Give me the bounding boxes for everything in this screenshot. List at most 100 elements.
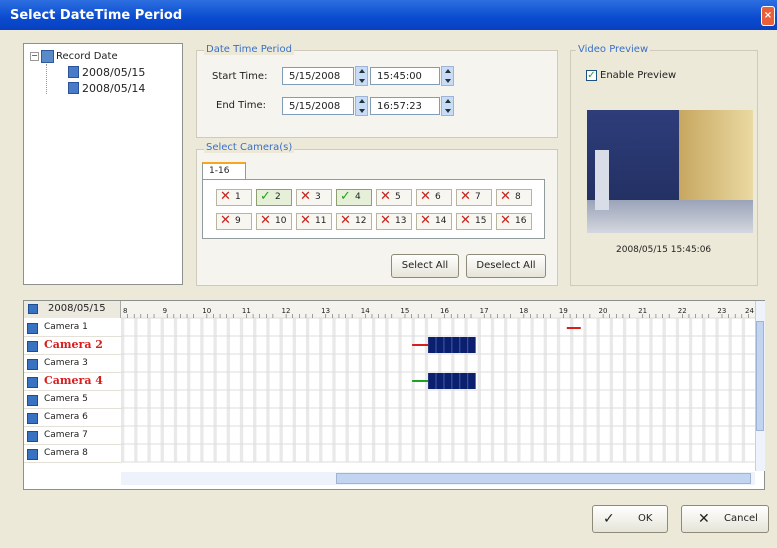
video-preview-image	[587, 110, 753, 233]
tab-1-16[interactable]: 1-16	[202, 162, 246, 180]
camera-checkbox-14[interactable]: ✕ 14	[416, 213, 452, 230]
close-button[interactable]: ×	[761, 6, 775, 26]
camera-number: 9	[235, 216, 241, 226]
timeline-date-header: 2008/05/15	[24, 301, 121, 318]
camera-group-title: Select Camera(s)	[204, 142, 295, 153]
timeline-row-label[interactable]: Camera 8	[24, 445, 121, 463]
camera-checkbox-9[interactable]: ✕ 9	[216, 213, 252, 230]
timeline-date: 2008/05/15	[48, 303, 106, 314]
timeline-row-label[interactable]: Camera 3	[24, 355, 121, 373]
cross-icon: ✕	[420, 213, 431, 228]
hour-tick-label: 23	[717, 307, 726, 315]
start-time-spinner[interactable]	[441, 66, 454, 86]
camera-checkbox-10[interactable]: ✕ 10	[256, 213, 292, 230]
camera-checkbox-11[interactable]: ✕ 11	[296, 213, 332, 230]
ok-label: OK	[638, 513, 653, 524]
database-icon	[41, 50, 54, 63]
record-date-tree: − Record Date 2008/05/15 2008/05/14	[23, 43, 183, 285]
hour-tick-label: 16	[440, 307, 449, 315]
timeline-row-label[interactable]: Camera 1	[24, 319, 121, 337]
vertical-scrollbar[interactable]	[755, 301, 765, 471]
end-date-spinner[interactable]	[355, 96, 368, 116]
end-time-spinner[interactable]	[441, 96, 454, 116]
hour-tick-label: 8	[123, 307, 127, 315]
camera-checkbox-13[interactable]: ✕ 13	[376, 213, 412, 230]
title-bar: Select DateTime Period ×	[0, 0, 777, 30]
calendar-icon	[68, 66, 79, 78]
cross-icon: ✕	[220, 213, 231, 228]
select-all-button[interactable]: Select All	[391, 254, 459, 278]
start-date-input[interactable]: 5/15/2008	[282, 67, 354, 85]
hour-tick-label: 22	[678, 307, 687, 315]
start-time-input[interactable]: 15:45:00	[370, 67, 440, 85]
tree-item-date[interactable]: 2008/05/14	[82, 82, 145, 95]
camera-checkbox-7[interactable]: ✕ 7	[456, 189, 492, 206]
camera-number: 12	[355, 216, 367, 226]
preview-door	[595, 150, 609, 210]
camera-checkbox-5[interactable]: ✕ 5	[376, 189, 412, 206]
deselect-all-button[interactable]: Deselect All	[466, 254, 546, 278]
camera-name: Camera 3	[44, 358, 88, 368]
ok-button[interactable]: ✓ OK	[592, 505, 668, 533]
datetime-group-title: Date Time Period	[204, 44, 294, 55]
close-icon: ✕	[698, 511, 710, 527]
horizontal-scrollbar[interactable]	[121, 472, 755, 485]
end-time-input[interactable]: 16:57:23	[370, 97, 440, 115]
camera-name: Camera 8	[44, 448, 88, 458]
camera-name: Camera 6	[44, 412, 88, 422]
timeline-row-label[interactable]: Camera 7	[24, 427, 121, 445]
camera-checkbox-12[interactable]: ✕ 12	[336, 213, 372, 230]
horizontal-scroll-thumb[interactable]	[336, 473, 751, 484]
camera-checkbox-4[interactable]: ✓ 4	[336, 189, 372, 206]
camera-icon	[27, 431, 38, 442]
tree-root-label[interactable]: Record Date	[56, 51, 118, 62]
hour-tick-label: 18	[519, 307, 528, 315]
camera-checkbox-8[interactable]: ✕ 8	[496, 189, 532, 206]
end-date-input[interactable]: 5/15/2008	[282, 97, 354, 115]
camera-icon	[27, 413, 38, 424]
camera-number: 1	[235, 192, 241, 202]
cross-icon: ✕	[380, 189, 391, 204]
vertical-scroll-thumb[interactable]	[756, 321, 764, 431]
preview-timestamp: 2008/05/15 15:45:06	[616, 245, 712, 255]
video-preview-title: Video Preview	[576, 44, 651, 55]
camera-checkbox-16[interactable]: ✕ 16	[496, 213, 532, 230]
camera-number: 7	[475, 192, 481, 202]
cancel-button[interactable]: ✕ Cancel	[681, 505, 769, 533]
timeline-grid[interactable]: 8 9 10 11 12 13 14 15 16 17 18 19 20 21 22 23 24	[121, 301, 755, 471]
start-time-label: Start Time:	[212, 71, 268, 82]
camera-icon	[27, 359, 38, 370]
camera-number: 16	[515, 216, 527, 226]
camera-icon	[27, 377, 38, 388]
check-icon: ✓	[603, 511, 615, 527]
camera-checkbox-15[interactable]: ✕ 15	[456, 213, 492, 230]
camera-checkbox-6[interactable]: ✕ 6	[416, 189, 452, 206]
hour-tick-label: 13	[321, 307, 330, 315]
hour-tick-label: 19	[559, 307, 568, 315]
camera-name: Camera 4	[44, 374, 103, 387]
enable-preview-checkbox[interactable]: ✓	[586, 70, 597, 81]
camera-checkbox-2[interactable]: ✓ 2	[256, 189, 292, 206]
hour-tick-label: 9	[163, 307, 167, 315]
timeline-row-label[interactable]: Camera 5	[24, 391, 121, 409]
window-title: Select DateTime Period	[10, 8, 183, 23]
cross-icon: ✕	[300, 189, 311, 204]
collapse-icon[interactable]: −	[30, 52, 39, 61]
camera-number: 13	[395, 216, 407, 226]
camera-checkbox-3[interactable]: ✕ 3	[296, 189, 332, 206]
camera-number: 5	[395, 192, 401, 202]
dialog-window: Select DateTime Period × − Record Date 2…	[0, 0, 777, 548]
calendar-icon	[68, 82, 79, 94]
calendar-icon[interactable]	[28, 304, 38, 314]
enable-preview-label[interactable]: Enable Preview	[600, 70, 676, 81]
timeline-row-label[interactable]: Camera 2	[24, 337, 121, 355]
camera-number: 2	[275, 192, 281, 202]
camera-checkbox-1[interactable]: ✕ 1	[216, 189, 252, 206]
camera-number: 8	[515, 192, 521, 202]
tree-item-date[interactable]: 2008/05/15	[82, 66, 145, 79]
timeline-row-label[interactable]: Camera 6	[24, 409, 121, 427]
check-icon: ✓	[260, 189, 271, 204]
camera-number: 6	[435, 192, 441, 202]
timeline-row-label[interactable]: Camera 4	[24, 373, 121, 391]
start-date-spinner[interactable]	[355, 66, 368, 86]
